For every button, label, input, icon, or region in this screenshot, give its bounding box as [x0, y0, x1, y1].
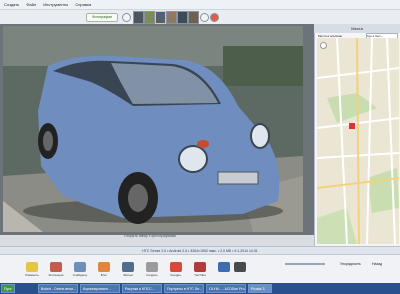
geotag-button[interactable]: Фотографии: [86, 13, 118, 22]
zoom-slider[interactable]: [285, 263, 325, 265]
taskbar-item-active[interactable]: Picasa 3: [248, 284, 272, 293]
map-zoom-icon[interactable]: [320, 42, 327, 49]
thumbnail[interactable]: [177, 11, 188, 24]
menu-item-file[interactable]: Файл: [26, 2, 36, 7]
create-icon[interactable]: [146, 262, 158, 272]
collection-label: Коллекция: [48, 273, 64, 277]
movie-icon[interactable]: [122, 262, 134, 272]
taskbar-item[interactable]: Корзинированн...: [80, 284, 120, 293]
taskbar-item[interactable]: Bokeh - Осени вели...: [38, 284, 78, 293]
menu-item-tools[interactable]: Инструменты: [43, 2, 68, 7]
movie-label: Фильм: [123, 273, 133, 277]
collection-icon[interactable]: [50, 262, 62, 272]
taskbar-item[interactable]: OLYM... - ACDSee Pro...: [206, 284, 246, 293]
map[interactable]: [317, 38, 399, 244]
organize-button[interactable]: Упорядочить: [340, 262, 361, 266]
close-icon[interactable]: [210, 13, 219, 22]
youtube-label: YouTube: [194, 273, 206, 277]
thumbnail[interactable]: [188, 11, 199, 24]
map-image: [317, 38, 399, 244]
thumbnail[interactable]: [166, 11, 177, 24]
googleplus-icon[interactable]: [170, 262, 182, 272]
menu-item-create[interactable]: Создать: [4, 2, 19, 7]
edit-label: Изменить: [25, 273, 39, 277]
open-folder-link[interactable]: Открыть папку с фотографиями: [80, 234, 220, 238]
places-title: Места: [314, 24, 400, 33]
menu-bar: Создать Файл Инструменты Справка: [0, 0, 400, 10]
thumbnail-selected[interactable]: [155, 11, 166, 24]
share-icon[interactable]: [218, 262, 230, 272]
taskbar-item[interactable]: Портреты в НТС Se...: [164, 284, 204, 293]
thumbnail[interactable]: [144, 11, 155, 24]
car-photo-image: [3, 26, 303, 232]
edit-icon[interactable]: [26, 262, 38, 272]
prev-icon[interactable]: [122, 13, 131, 22]
thumbnail[interactable]: [133, 11, 144, 24]
start-button[interactable]: Пуск: [1, 284, 15, 293]
car-photo: [3, 26, 303, 232]
map-pin-icon: [349, 123, 355, 129]
taskbar-item[interactable]: Рисунки и КПСС...: [122, 284, 162, 293]
next-icon[interactable]: [200, 13, 209, 22]
googleplus-label: Google+: [170, 273, 182, 277]
export-icon[interactable]: [234, 262, 246, 272]
back-button[interactable]: Назад: [372, 262, 382, 266]
blog-icon[interactable]: [98, 262, 110, 272]
menu-item-help[interactable]: Справка: [75, 2, 91, 7]
slideshow-label: Слайдшоу: [72, 273, 88, 277]
create-label: Создать: [146, 273, 158, 277]
slideshow-icon[interactable]: [74, 262, 86, 272]
blog-label: Блог: [100, 273, 108, 277]
youtube-icon[interactable]: [194, 262, 206, 272]
